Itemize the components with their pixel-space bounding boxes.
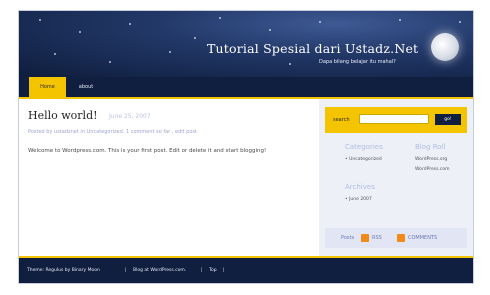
category-item[interactable]: • Uncategorized [345,157,382,162]
post-body: Welcome to Wordpress.com. This is your f… [28,148,267,154]
search-button[interactable]: go! [435,114,461,125]
search-label: search [333,117,350,123]
footer-wordpress-link[interactable]: Blog at WordPress.com. [133,268,186,273]
blogroll-title: Blog Roll [415,143,446,151]
site-footer: Theme: Regulus by Binary Moon | Blog at … [19,258,473,283]
rss-link[interactable]: RSS [372,235,382,241]
post-date: June 25, 2007 [109,113,151,120]
nav-about-tab[interactable]: about [71,77,101,97]
search-widget: search go! [325,107,467,133]
footer-top-link[interactable]: Top [209,268,217,273]
archive-item[interactable]: • June 2007 [345,197,372,202]
blogroll-item[interactable]: WordPress.com [415,167,449,172]
categories-title: Categories [345,143,383,151]
footer-theme-link[interactable]: Theme: Regulus by Binary Moon [27,268,100,273]
comments-feed-link[interactable]: COMMENTS [408,235,437,241]
moon-icon [431,33,459,61]
footer-separator: | [125,268,127,273]
nav-home-tab[interactable]: Home [29,77,66,97]
feeds-label: Posts [341,235,355,241]
site-tagline: Dapa bilang belajar itu mahal? [319,59,396,65]
blog-page: Tutorial Spesial dari Ustadz.Net Dapa bi… [18,10,474,284]
main-content: Hello world! June 25, 2007 Posted by ust… [19,99,319,256]
search-input[interactable] [359,114,429,124]
post-title[interactable]: Hello world! [28,109,98,122]
footer-separator: | [201,268,203,273]
rss-icon[interactable] [361,234,369,242]
footer-separator: | [223,268,225,273]
post-meta[interactable]: Posted by ustadznet in Uncategorized. 1 … [28,129,197,135]
sidebar: search go! Categories • Uncategorized Bl… [319,99,473,256]
site-header: Tutorial Spesial dari Ustadz.Net Dapa bi… [19,11,473,77]
site-title[interactable]: Tutorial Spesial dari Ustadz.Net [207,41,418,56]
nav-bar: Home about [19,77,473,97]
archives-title: Archives [345,183,375,191]
rss-comments-icon[interactable] [397,234,405,242]
blogroll-item[interactable]: WordPress.org [415,157,447,162]
feeds-widget: Posts RSS COMMENTS [325,228,467,248]
